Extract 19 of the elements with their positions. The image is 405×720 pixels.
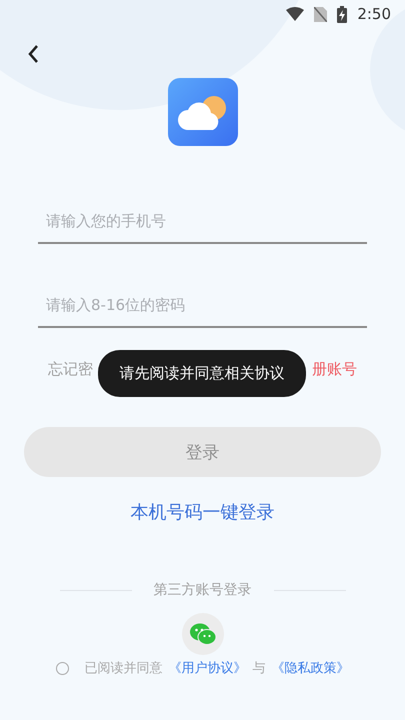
- password-input-field[interactable]: 请输入8-16位的密码: [38, 288, 367, 328]
- no-sim-icon: [314, 6, 328, 22]
- battery-icon: [337, 6, 348, 22]
- forgot-password-link[interactable]: 忘记密: [48, 360, 93, 379]
- wifi-icon: [286, 7, 304, 21]
- agreement-checkbox[interactable]: [56, 662, 68, 674]
- user-agreement-link[interactable]: 《用户协议》: [168, 659, 246, 677]
- phone-input-field[interactable]: 请输入您的手机号: [38, 204, 367, 244]
- register-link[interactable]: 册账号: [312, 360, 357, 379]
- wechat-login-button[interactable]: [182, 613, 224, 655]
- chat-bubbles-icon: [188, 622, 216, 646]
- agreement-text: 已阅读并同意: [84, 660, 162, 677]
- one-click-login-button[interactable]: 本机号码一键登录: [124, 499, 280, 525]
- app-logo-icon: [168, 78, 238, 146]
- status-time: 2:50: [357, 5, 391, 23]
- privacy-policy-link[interactable]: 《隐私政策》: [272, 659, 350, 677]
- agreement-text: 与: [252, 660, 266, 677]
- toast-message: 请先阅读并同意相关协议: [98, 350, 306, 397]
- third-party-login-title: 第三方账号登录: [154, 581, 252, 599]
